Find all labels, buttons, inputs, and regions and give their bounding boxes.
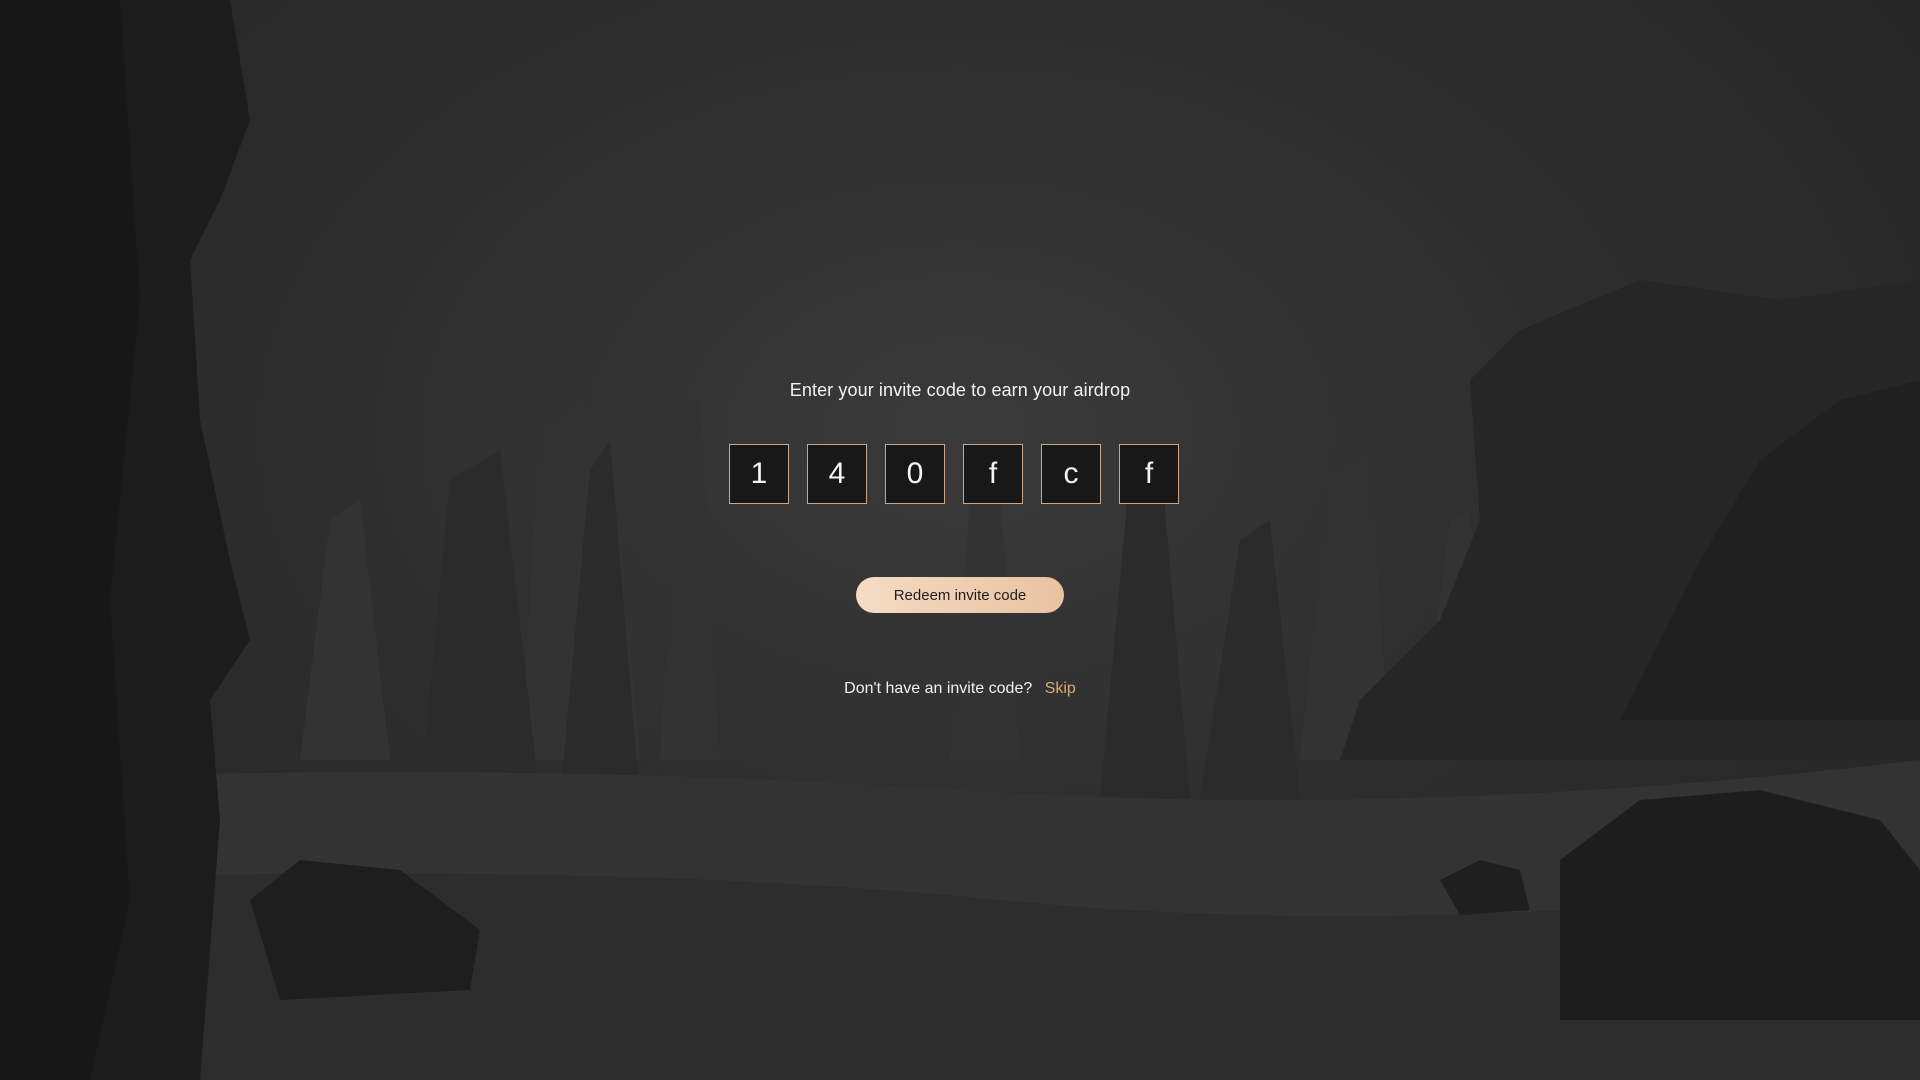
- redeem-invite-code-button[interactable]: Redeem invite code: [856, 577, 1064, 613]
- skip-link[interactable]: Skip: [1045, 680, 1076, 697]
- code-digit-3[interactable]: 0: [885, 444, 945, 504]
- onboarding-screen: Enter your invite code to earn your aird…: [0, 0, 1920, 1080]
- code-digit-4[interactable]: f: [963, 444, 1023, 504]
- no-invite-code-text: Don't have an invite code?: [844, 680, 1033, 697]
- skip-row: Don't have an invite code? Skip: [0, 680, 1920, 698]
- code-digit-5[interactable]: c: [1041, 444, 1101, 504]
- invite-panel: Enter your invite code to earn your aird…: [0, 0, 1920, 1080]
- invite-prompt-heading: Enter your invite code to earn your aird…: [789, 380, 1131, 400]
- invite-code-inputs: 1 4 0 f c f: [729, 444, 1179, 504]
- code-digit-2[interactable]: 4: [807, 444, 867, 504]
- code-digit-6[interactable]: f: [1119, 444, 1179, 504]
- code-digit-1[interactable]: 1: [729, 444, 789, 504]
